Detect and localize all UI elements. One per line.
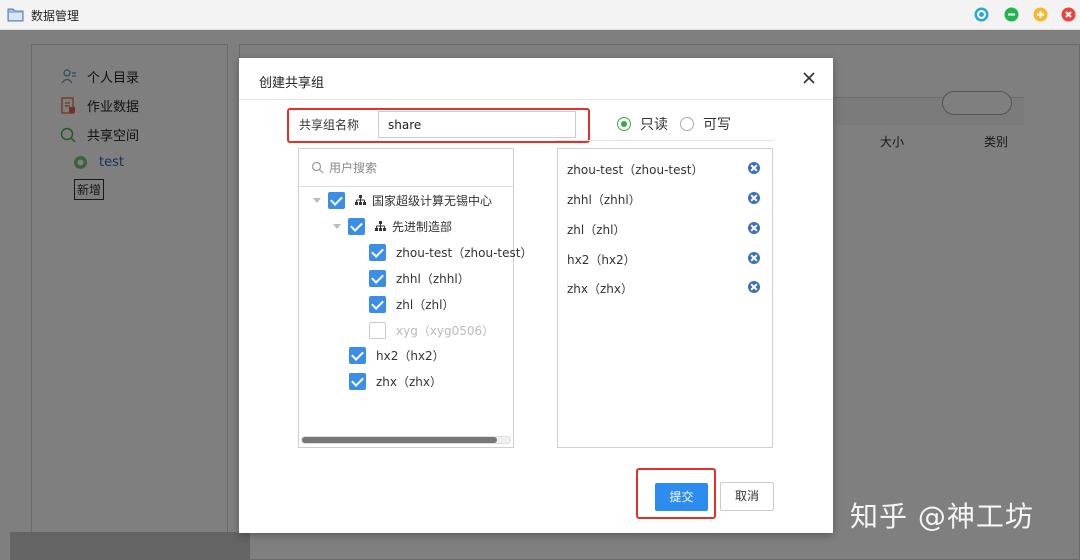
dialog-close-icon[interactable]: [801, 70, 817, 86]
title-bar: 数据管理: [0, 0, 1080, 30]
submit-button[interactable]: 提交: [655, 483, 708, 511]
watermark-text: 知乎 @神工坊: [850, 500, 1034, 533]
tree-node-label[interactable]: hx2（hx2）: [376, 347, 445, 364]
app-folder-icon: [7, 8, 24, 22]
tree-node-label[interactable]: 国家超级计算无锡中心: [372, 192, 492, 209]
tree-node-user: zhx（zhx）: [349, 373, 442, 390]
dialog-title: 创建共享组: [259, 76, 325, 91]
tree-node-label[interactable]: zhhl（zhhl）: [396, 270, 470, 287]
horizontal-scrollbar[interactable]: [301, 436, 511, 444]
readonly-label: 只读: [640, 117, 668, 133]
checkbox-root[interactable]: [328, 192, 345, 209]
tree-node-label[interactable]: zhou-test（zhou-test）: [396, 244, 532, 261]
permission-radio-group: 只读 可写: [617, 114, 743, 134]
remove-icon[interactable]: [748, 162, 760, 174]
expand-caret-icon[interactable]: [333, 224, 341, 229]
group-name-input[interactable]: [378, 111, 576, 138]
writable-radio[interactable]: [680, 117, 694, 131]
refresh-icon[interactable]: [974, 7, 989, 22]
user-search-placeholder: 用户搜索: [329, 161, 378, 175]
checkbox-user[interactable]: [369, 244, 386, 261]
divider: [557, 140, 773, 141]
selected-user: zhhl（zhhl）: [567, 191, 767, 208]
selected-user-label: zhx（zhx）: [567, 282, 634, 296]
window-title: 数据管理: [31, 9, 80, 23]
checkbox-user[interactable]: [369, 270, 386, 287]
tree-node-root: 国家超级计算无锡中心: [313, 192, 492, 209]
readonly-radio[interactable]: [617, 117, 631, 131]
tree-node-label[interactable]: xyg（xyg0506）: [396, 322, 494, 339]
tree-node-dept: 先进制造部: [333, 218, 452, 235]
minimize-icon[interactable]: [1004, 7, 1019, 22]
close-icon[interactable]: [1061, 7, 1076, 22]
tree-node-user-disabled: xyg（xyg0506）: [369, 322, 494, 339]
user-search-input[interactable]: 用户搜索: [299, 149, 513, 187]
remove-icon[interactable]: [748, 281, 760, 293]
create-share-group-dialog: 创建共享组 共享组名称 只读 可写 用户搜索 国家超级计算无锡中心 先进制造部: [239, 58, 833, 533]
user-tree-panel: 用户搜索 国家超级计算无锡中心 先进制造部 zhou-test（zhou-tes…: [298, 148, 532, 448]
tree-node-user: zhhl（zhhl）: [369, 270, 470, 287]
selected-user-label: zhhl（zhhl）: [567, 193, 641, 207]
maximize-icon[interactable]: [1033, 7, 1048, 22]
checkbox-dept[interactable]: [348, 218, 365, 235]
tree-node-label[interactable]: 先进制造部: [392, 218, 452, 235]
checkbox-user[interactable]: [369, 296, 386, 313]
selected-user: zhl（zhl）: [567, 221, 767, 238]
selected-user-label: hx2（hx2）: [567, 253, 636, 267]
scrollbar-thumb[interactable]: [302, 437, 497, 443]
org-icon: [375, 221, 386, 231]
selected-user: zhou-test（zhou-test）: [567, 161, 767, 178]
selected-user-label: zhl（zhl）: [567, 223, 626, 237]
checkbox-user[interactable]: [349, 373, 366, 390]
selected-user-label: zhou-test（zhou-test）: [567, 163, 704, 177]
tree-node-user: zhl（zhl）: [369, 296, 454, 313]
tree-node-user: zhou-test（zhou-test）: [369, 244, 532, 261]
checkbox-user[interactable]: [369, 322, 386, 339]
expand-caret-icon[interactable]: [313, 198, 321, 203]
checkbox-user[interactable]: [349, 347, 366, 364]
selected-user: zhx（zhx）: [567, 280, 767, 297]
group-name-label: 共享组名称: [299, 118, 360, 132]
search-icon: [311, 161, 324, 174]
cancel-button[interactable]: 取消: [720, 482, 774, 511]
tree-node-user: hx2（hx2）: [349, 347, 445, 364]
selected-users-panel: zhou-test（zhou-test） zhhl（zhhl） zhl（zhl）…: [557, 148, 773, 448]
dialog-header: 创建共享组: [239, 58, 833, 100]
org-icon: [355, 195, 366, 205]
remove-icon[interactable]: [748, 192, 760, 204]
tree-node-label[interactable]: zhx（zhx）: [376, 373, 442, 390]
remove-icon[interactable]: [748, 252, 760, 264]
writable-label: 可写: [703, 117, 731, 133]
remove-icon[interactable]: [748, 222, 760, 234]
tree-node-label[interactable]: zhl（zhl）: [396, 296, 454, 313]
selected-user: hx2（hx2）: [567, 251, 767, 268]
